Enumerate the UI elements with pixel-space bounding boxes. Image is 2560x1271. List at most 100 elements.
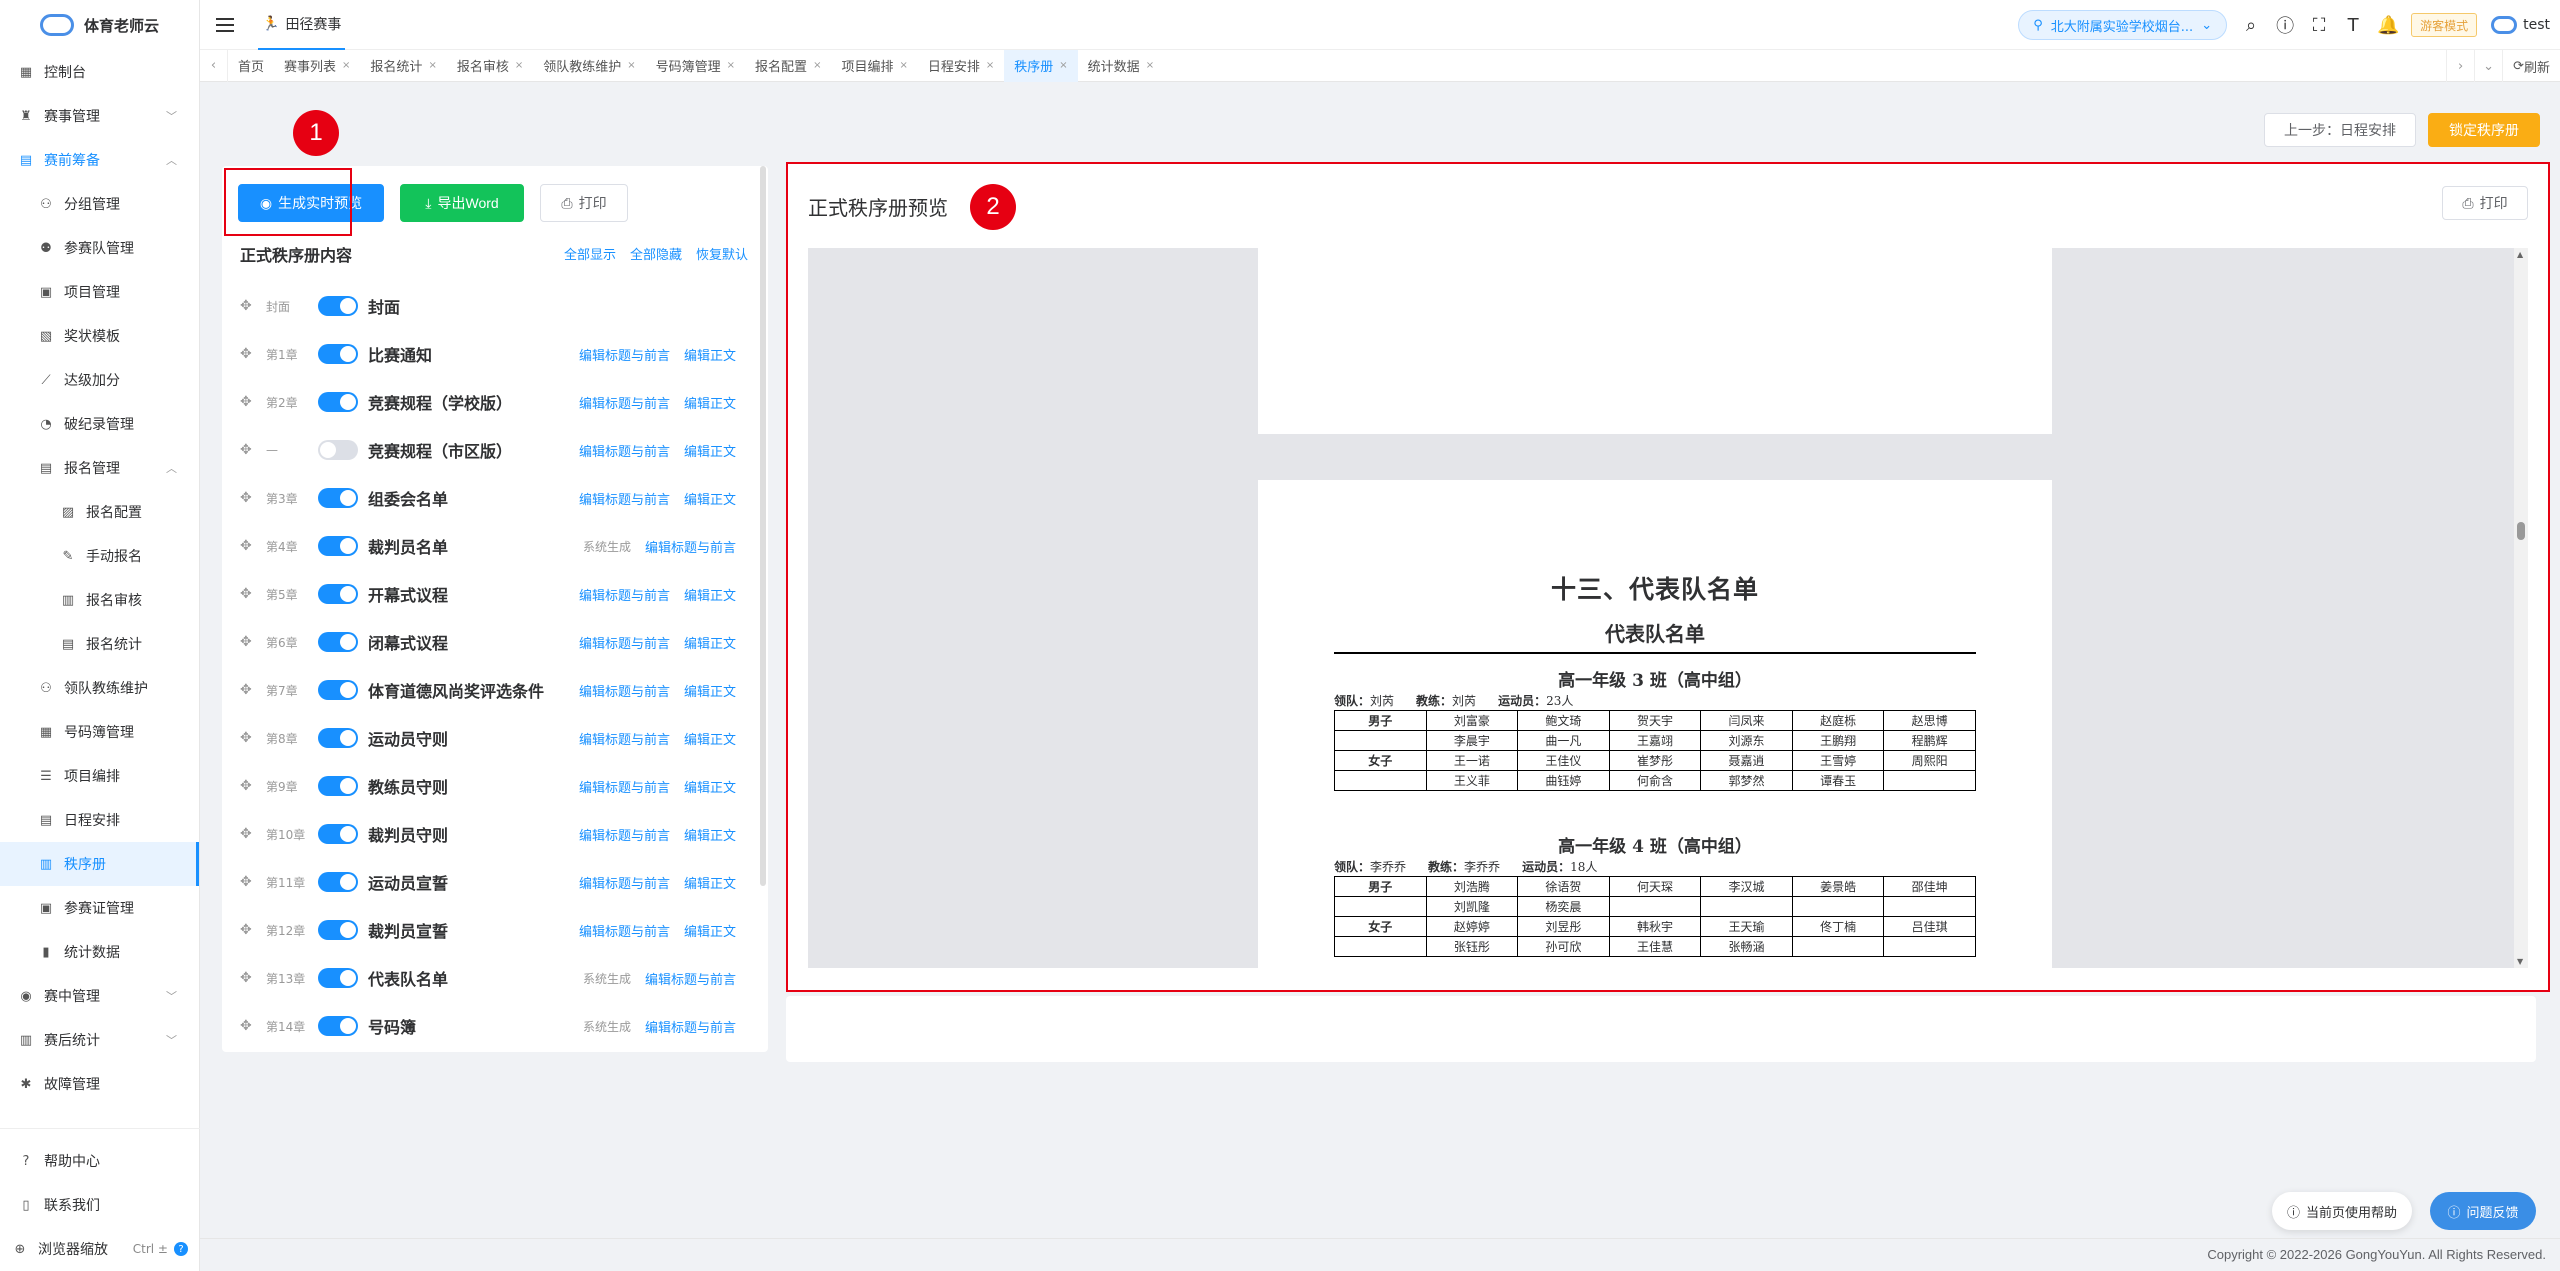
chapter-toggle[interactable] — [318, 632, 358, 652]
tab-10[interactable]: 统计数据 × — [1078, 50, 1164, 82]
sidebar-item-6[interactable]: ▧ 奖状模板 — [0, 314, 199, 358]
close-icon[interactable]: × — [515, 60, 523, 71]
chapter-toggle[interactable] — [318, 536, 358, 556]
sidebar-item-22[interactable]: ▥ 赛后统计 ﹀ — [0, 1018, 199, 1062]
sidebar-item-14[interactable]: ⚇ 领队教练维护 — [0, 666, 199, 710]
sidebar-item-12[interactable]: ▥ 报名审核 — [0, 578, 199, 622]
bell-icon[interactable]: 🔔 — [2377, 15, 2399, 36]
hide-all-link[interactable]: 全部隐藏 — [630, 244, 682, 263]
page-help-button[interactable]: ⓘ 当前页使用帮助 — [2272, 1192, 2412, 1230]
help-center-link[interactable]: ? 帮助中心 — [0, 1139, 200, 1183]
viewer-scrollbar[interactable]: ▲ ▼ — [2514, 248, 2528, 968]
edit-title-link[interactable]: 编辑标题与前言 — [579, 873, 670, 892]
chapter-toggle[interactable] — [318, 968, 358, 988]
sidebar-item-1[interactable]: ♜ 赛事管理 ﹀ — [0, 94, 199, 138]
edit-body-link[interactable]: 编辑正文 — [684, 921, 736, 940]
user-menu[interactable]: test — [2491, 16, 2550, 34]
sidebar-item-0[interactable]: ▦ 控制台 — [0, 50, 199, 94]
drag-handle-icon[interactable]: ✥ — [240, 922, 254, 938]
edit-body-link[interactable]: 编辑正文 — [684, 585, 736, 604]
edit-title-link[interactable]: 编辑标题与前言 — [645, 1017, 736, 1036]
tags-scroll-left-icon[interactable]: ‹ — [200, 49, 228, 82]
edit-body-link[interactable]: 编辑正文 — [684, 825, 736, 844]
question-icon[interactable]: ? — [174, 1242, 188, 1256]
edit-title-link[interactable]: 编辑标题与前言 — [579, 393, 670, 412]
sidebar-item-19[interactable]: ▣ 参赛证管理 — [0, 886, 199, 930]
sidebar-item-23[interactable]: ✱ 故障管理 — [0, 1062, 199, 1106]
fullscreen-icon[interactable]: ⛶ — [2309, 15, 2329, 36]
sidebar-item-20[interactable]: ▮ 统计数据 — [0, 930, 199, 974]
tags-scroll-right-icon[interactable]: › — [2446, 50, 2474, 82]
scroll-thumb[interactable] — [2517, 522, 2525, 540]
edit-title-link[interactable]: 编辑标题与前言 — [645, 537, 736, 556]
preview-print-button[interactable]: ⎙ 打印 — [2442, 186, 2528, 220]
close-icon[interactable]: × — [1059, 60, 1067, 71]
drag-handle-icon[interactable]: ✥ — [240, 394, 254, 410]
drag-handle-icon[interactable]: ✥ — [240, 874, 254, 890]
edit-title-link[interactable]: 编辑标题与前言 — [579, 921, 670, 940]
edit-title-link[interactable]: 编辑标题与前言 — [579, 585, 670, 604]
drag-handle-icon[interactable]: ✥ — [240, 442, 254, 458]
tab-0[interactable]: 首页 — [228, 50, 274, 82]
tab-7[interactable]: 项目编排 × — [831, 50, 917, 82]
chapter-toggle[interactable] — [318, 296, 358, 316]
show-all-link[interactable]: 全部显示 — [564, 244, 616, 263]
sidebar-item-2[interactable]: ▤ 赛前筹备 ︿ — [0, 138, 199, 182]
prev-step-button[interactable]: 上一步：日程安排 — [2264, 113, 2416, 147]
close-icon[interactable]: × — [899, 60, 907, 71]
sidebar-item-3[interactable]: ⚇ 分组管理 — [0, 182, 199, 226]
edit-title-link[interactable]: 编辑标题与前言 — [579, 777, 670, 796]
drag-handle-icon[interactable]: ✥ — [240, 298, 254, 314]
edit-body-link[interactable]: 编辑正文 — [684, 393, 736, 412]
scroll-up-icon[interactable]: ▲ — [2517, 250, 2523, 259]
drag-handle-icon[interactable]: ✥ — [240, 970, 254, 986]
drag-handle-icon[interactable]: ✥ — [240, 346, 254, 362]
sidebar-item-5[interactable]: ▣ 项目管理 — [0, 270, 199, 314]
drag-handle-icon[interactable]: ✥ — [240, 826, 254, 842]
chapter-toggle[interactable] — [318, 392, 358, 412]
chapter-toggle[interactable] — [318, 440, 358, 460]
edit-body-link[interactable]: 编辑正文 — [684, 489, 736, 508]
tab-3[interactable]: 报名审核 × — [447, 50, 533, 82]
menu-toggle-icon[interactable] — [216, 16, 234, 34]
restore-default-link[interactable]: 恢复默认 — [696, 244, 748, 263]
edit-title-link[interactable]: 编辑标题与前言 — [579, 729, 670, 748]
drag-handle-icon[interactable]: ✥ — [240, 586, 254, 602]
chapter-toggle[interactable] — [318, 680, 358, 700]
header-tab-athletics[interactable]: 🏃 田径赛事 — [258, 0, 346, 50]
sidebar-item-13[interactable]: ▤ 报名统计 — [0, 622, 199, 666]
close-icon[interactable]: × — [813, 60, 821, 71]
edit-title-link[interactable]: 编辑标题与前言 — [579, 345, 670, 364]
refresh-button[interactable]: ⟳ 刷新 — [2502, 50, 2560, 82]
drag-handle-icon[interactable]: ✥ — [240, 538, 254, 554]
edit-body-link[interactable]: 编辑正文 — [684, 681, 736, 700]
edit-title-link[interactable]: 编辑标题与前言 — [579, 825, 670, 844]
sidebar-item-15[interactable]: ▦ 号码簿管理 — [0, 710, 199, 754]
sidebar-item-18[interactable]: ▥ 秩序册 — [0, 842, 199, 886]
chapter-toggle[interactable] — [318, 824, 358, 844]
chapter-toggle[interactable] — [318, 872, 358, 892]
edit-body-link[interactable]: 编辑正文 — [684, 441, 736, 460]
drag-handle-icon[interactable]: ✥ — [240, 490, 254, 506]
search-icon[interactable]: ⌕ — [2241, 15, 2261, 36]
help-icon[interactable]: ⓘ — [2275, 12, 2295, 38]
school-selector[interactable]: ⚲ 北大附属实验学校烟台... ⌄ — [2018, 10, 2228, 40]
font-size-icon[interactable]: T — [2343, 15, 2363, 36]
sidebar-item-8[interactable]: ◔ 破纪录管理 — [0, 402, 199, 446]
edit-title-link[interactable]: 编辑标题与前言 — [579, 489, 670, 508]
drag-handle-icon[interactable]: ✥ — [240, 1018, 254, 1034]
chapter-toggle[interactable] — [318, 776, 358, 796]
close-icon[interactable]: × — [428, 60, 436, 71]
chapter-toggle[interactable] — [318, 584, 358, 604]
chapter-toggle[interactable] — [318, 728, 358, 748]
tab-2[interactable]: 报名统计 × — [360, 50, 446, 82]
sidebar-item-11[interactable]: ✎ 手动报名 — [0, 534, 199, 578]
tags-dropdown-icon[interactable]: ⌄ — [2474, 50, 2502, 82]
drag-handle-icon[interactable]: ✥ — [240, 730, 254, 746]
scroll-down-icon[interactable]: ▼ — [2517, 957, 2523, 966]
lock-book-button[interactable]: 锁定秩序册 — [2428, 113, 2540, 147]
close-icon[interactable]: × — [1146, 60, 1154, 71]
edit-title-link[interactable]: 编辑标题与前言 — [579, 681, 670, 700]
feedback-button[interactable]: ⓘ 问题反馈 — [2430, 1192, 2536, 1230]
chapter-toggle[interactable] — [318, 920, 358, 940]
